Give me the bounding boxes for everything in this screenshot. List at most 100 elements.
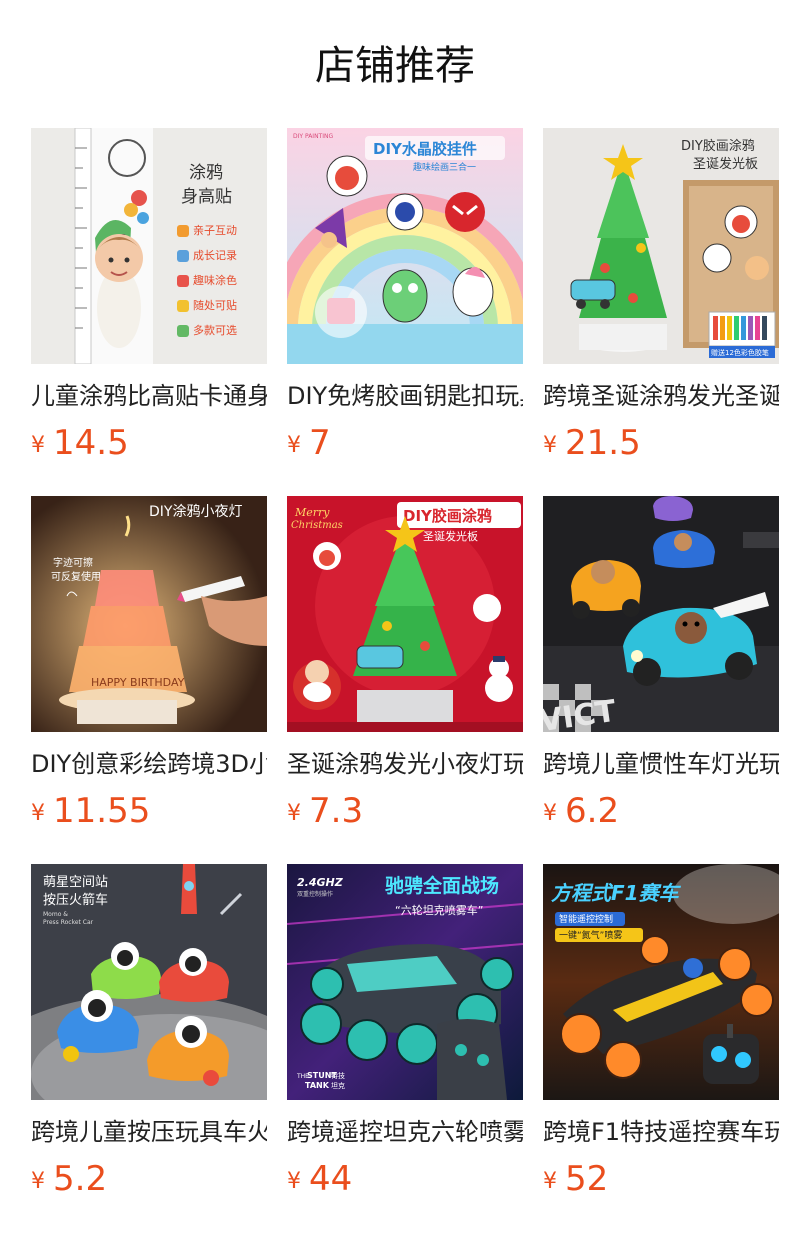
svg-text:多款可选: 多款可选 (193, 323, 237, 337)
product-name[interactable]: DIY创意彩绘跨境3D小夜灯 (31, 747, 267, 781)
product-image-graphic: DIY水晶胶挂件 趣味绘画三合一 DIY PAINTING (287, 128, 523, 364)
product-image-graphic: Merry Christmas DIY胶画涂鸦 圣诞发光板 (287, 496, 523, 732)
svg-text:趣味涂色: 趣味涂色 (193, 273, 237, 287)
product-card[interactable]: DIY水晶胶挂件 趣味绘画三合一 DIY PAINTING DIY免烤胶画钥匙扣… (287, 128, 523, 496)
svg-text:Merry: Merry (294, 506, 330, 519)
svg-text:随处可贴: 随处可贴 (193, 298, 237, 312)
product-price: ¥44 (287, 1157, 523, 1201)
product-card[interactable]: DIY涂鸦小夜灯 字迹可擦 可反复使用 HAPPY BIRTHDAY DIY创意… (31, 496, 267, 864)
product-card[interactable]: 涂鸦 身高贴 亲子互动 成长记录 趣味涂色 随处可贴 多款可选 儿童涂鸦比高贴卡… (31, 128, 267, 496)
product-grid: 涂鸦 身高贴 亲子互动 成长记录 趣味涂色 随处可贴 多款可选 儿童涂鸦比高贴卡… (31, 128, 790, 1232)
product-image-graphic: DIY胶画涂鸦 圣诞发光板 赠送12色彩色胶笔 (543, 128, 779, 364)
product-name[interactable]: 跨境圣诞涂鸦发光圣诞树 (543, 379, 779, 413)
svg-text:坦克: 坦克 (331, 1081, 345, 1090)
svg-text:2.4GHZ: 2.4GHZ (297, 876, 344, 889)
page-title: 店铺推荐 (315, 43, 475, 89)
product-price: ¥14.5 (31, 421, 267, 465)
svg-text:驰骋全面战场: 驰骋全面战场 (385, 874, 499, 897)
currency-symbol: ¥ (543, 801, 557, 826)
svg-text:DIY水晶胶挂件: DIY水晶胶挂件 (373, 140, 477, 158)
svg-text:DIY胶画涂鸦: DIY胶画涂鸦 (403, 507, 492, 525)
product-name[interactable]: 跨境遥控坦克六轮喷雾车 (287, 1115, 523, 1149)
currency-symbol: ¥ (31, 801, 45, 826)
product-name[interactable]: 圣诞涂鸦发光小夜灯玩具 (287, 747, 523, 781)
svg-text:字迹可擦: 字迹可擦 (53, 556, 93, 569)
price-value: 52 (565, 1159, 609, 1199)
svg-text:赠送12色彩色胶笔: 赠送12色彩色胶笔 (711, 348, 769, 357)
currency-symbol: ¥ (543, 1169, 557, 1194)
currency-symbol: ¥ (287, 801, 301, 826)
product-card[interactable]: 方程式F1赛车 智能遥控控制 一键“氮气”喷雾 跨境F1特技遥控赛车玩 ¥ 52 (543, 864, 779, 1232)
svg-text:DIY PAINTING: DIY PAINTING (293, 133, 333, 140)
svg-text:DIY胶画涂鸦: DIY胶画涂鸦 (681, 138, 755, 154)
svg-text:方程式F1赛车: 方程式F1赛车 (551, 881, 682, 905)
svg-text:身高贴: 身高贴 (181, 187, 232, 207)
price-value: 11.55 (53, 791, 151, 831)
price-value: 7 (309, 423, 331, 463)
product-price: ¥7.3 (287, 789, 523, 833)
svg-text:可反复使用: 可反复使用 (51, 570, 101, 583)
price-value: 14.5 (53, 423, 129, 463)
svg-text:趣味绘画三合一: 趣味绘画三合一 (413, 161, 476, 173)
svg-text:亲子互动: 亲子互动 (193, 223, 237, 237)
product-card[interactable]: VICT 跨境儿童惯性车灯光玩具 ¥6.2 (543, 496, 779, 864)
svg-text:成长记录: 成长记录 (193, 249, 237, 262)
product-price: ¥52 (543, 1157, 779, 1201)
currency-symbol: ¥ (31, 433, 45, 458)
product-image-graphic: DIY涂鸦小夜灯 字迹可擦 可反复使用 HAPPY BIRTHDAY (31, 496, 267, 732)
product-price: ¥6.2 (543, 789, 779, 833)
product-image[interactable]: Merry Christmas DIY胶画涂鸦 圣诞发光板 (287, 496, 523, 732)
price-value: 21.5 (565, 423, 641, 463)
product-name[interactable]: 跨境儿童惯性车灯光玩具 (543, 747, 779, 781)
price-value: 7.3 (309, 791, 364, 831)
currency-symbol: ¥ (287, 1169, 301, 1194)
product-image[interactable]: DIY水晶胶挂件 趣味绘画三合一 DIY PAINTING (287, 128, 523, 364)
product-image[interactable]: DIY胶画涂鸦 圣诞发光板 赠送12色彩色胶笔 (543, 128, 779, 364)
svg-text:Momo &: Momo & (43, 911, 68, 918)
product-image[interactable]: 2.4GHZ 双重控制操作 驰骋全面战场 “六轮坦克喷雾车” THE STUNT… (287, 864, 523, 1100)
product-price: ¥5.2 (31, 1157, 267, 1201)
currency-symbol: ¥ (543, 433, 557, 458)
svg-text:DIY涂鸦小夜灯: DIY涂鸦小夜灯 (149, 503, 242, 520)
product-image[interactable]: 方程式F1赛车 智能遥控控制 一键“氮气”喷雾 (543, 864, 779, 1100)
svg-text:特技: 特技 (331, 1071, 345, 1080)
svg-text:按压火箭车: 按压火箭车 (43, 892, 108, 908)
svg-text:Press Rocket Car: Press Rocket Car (43, 919, 94, 926)
svg-text:双重控制操作: 双重控制操作 (297, 890, 333, 898)
product-image-graphic: 方程式F1赛车 智能遥控控制 一键“氮气”喷雾 (543, 864, 779, 1100)
product-image[interactable]: 涂鸦 身高贴 亲子互动 成长记录 趣味涂色 随处可贴 多款可选 (31, 128, 267, 364)
product-price: ¥7 (287, 421, 523, 465)
svg-text:萌星空间站: 萌星空间站 (43, 875, 108, 890)
product-image-graphic: 涂鸦 身高贴 亲子互动 成长记录 趣味涂色 随处可贴 多款可选 (31, 128, 267, 364)
product-price: ¥11.55 (31, 789, 267, 833)
product-card[interactable]: Merry Christmas DIY胶画涂鸦 圣诞发光板 圣诞涂鸦发光小夜灯玩… (287, 496, 523, 864)
svg-text:圣诞发光板: 圣诞发光板 (423, 529, 478, 543)
product-name[interactable]: DIY免烤胶画钥匙扣玩具 (287, 379, 523, 413)
svg-text:涂鸦: 涂鸦 (189, 163, 223, 183)
price-value: 5.2 (53, 1159, 108, 1199)
product-image[interactable]: 萌星空间站 按压火箭车 Momo & Press Rocket Car (31, 864, 267, 1100)
price-value: 44 (309, 1159, 353, 1199)
svg-text:HAPPY BIRTHDAY: HAPPY BIRTHDAY (91, 676, 185, 689)
product-name[interactable]: 儿童涂鸦比高贴卡通身高贴 (31, 379, 267, 413)
svg-text:“六轮坦克喷雾车”: “六轮坦克喷雾车” (395, 903, 483, 917)
svg-text:一键“氮气”喷雾: 一键“氮气”喷雾 (559, 929, 622, 941)
product-image[interactable]: VICT (543, 496, 779, 732)
product-name[interactable]: 跨境儿童按压玩具车火箭 (31, 1115, 267, 1149)
product-name[interactable]: 跨境F1特技遥控赛车玩具 (543, 1115, 779, 1149)
product-card[interactable]: 2.4GHZ 双重控制操作 驰骋全面战场 “六轮坦克喷雾车” THE STUNT… (287, 864, 523, 1232)
product-card[interactable]: DIY胶画涂鸦 圣诞发光板 赠送12色彩色胶笔 跨境圣诞涂鸦发光圣诞 ¥ 21.… (543, 128, 779, 496)
product-image[interactable]: DIY涂鸦小夜灯 字迹可擦 可反复使用 HAPPY BIRTHDAY (31, 496, 267, 732)
svg-text:智能遥控控制: 智能遥控控制 (559, 913, 613, 925)
svg-text:TANK: TANK (305, 1081, 330, 1090)
price-value: 6.2 (565, 791, 620, 831)
product-card[interactable]: 萌星空间站 按压火箭车 Momo & Press Rocket Car 跨境儿童… (31, 864, 267, 1232)
product-image-graphic: VICT (543, 496, 779, 732)
product-price: ¥21.5 (543, 421, 779, 465)
product-image-graphic: 萌星空间站 按压火箭车 Momo & Press Rocket Car (31, 864, 267, 1100)
svg-text:圣诞发光板: 圣诞发光板 (693, 156, 758, 172)
svg-text:Christmas: Christmas (291, 520, 343, 531)
currency-symbol: ¥ (287, 433, 301, 458)
product-image-graphic: 2.4GHZ 双重控制操作 驰骋全面战场 “六轮坦克喷雾车” THE STUNT… (287, 864, 523, 1100)
currency-symbol: ¥ (31, 1169, 45, 1194)
